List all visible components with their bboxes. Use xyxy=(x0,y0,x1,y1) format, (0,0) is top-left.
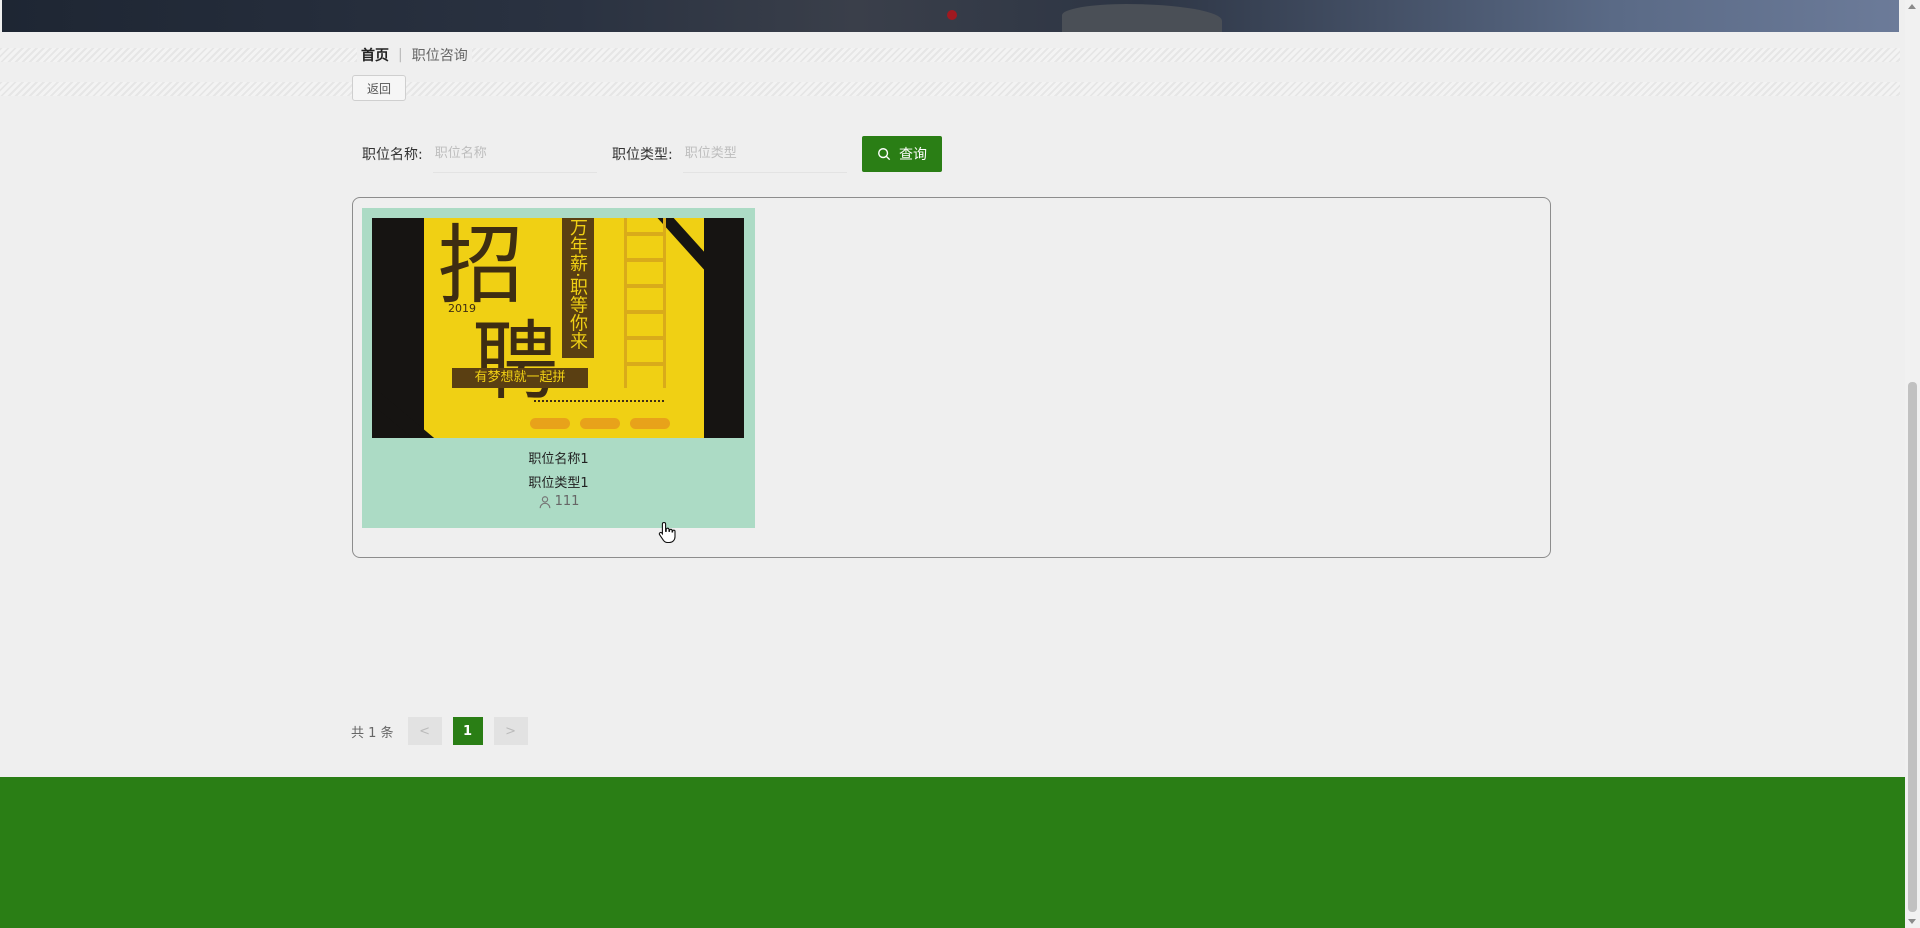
footer xyxy=(0,777,1905,928)
search-type-input[interactable] xyxy=(682,135,847,173)
hatch-divider-bottom xyxy=(0,82,1900,96)
pagination: 共 1 条 < 1 > xyxy=(351,717,539,745)
poster-chips xyxy=(530,418,670,429)
breadcrumb-home[interactable]: 首页 xyxy=(361,45,389,65)
poster-chip xyxy=(580,418,620,429)
pagination-total: 共 1 条 xyxy=(351,725,394,741)
search-name-input[interactable] xyxy=(432,135,597,173)
poster-big-text-bottom: 聘 xyxy=(472,312,558,412)
breadcrumb: 首页 | 职位咨询 xyxy=(357,44,472,66)
job-card-views-count: 111 xyxy=(554,494,580,509)
scroll-down-arrow-icon[interactable] xyxy=(1908,919,1916,924)
poster-chip xyxy=(630,418,670,429)
job-card-image[interactable]: 招 聘 2019 万年薪·职等你来 有梦想就一起拼 xyxy=(372,218,744,438)
breadcrumb-current: 职位咨询 xyxy=(411,48,468,64)
poster-vertical-text: 万年薪·职等你来 xyxy=(567,218,588,350)
back-button[interactable]: 返回 xyxy=(352,75,406,101)
search-type-label: 职位类型: xyxy=(612,147,673,163)
hand-cursor-icon xyxy=(658,521,676,543)
job-card-type: 职位类型1 xyxy=(528,476,589,491)
poster-big-text-top: 招 xyxy=(438,218,524,316)
banner-rock xyxy=(1062,4,1222,32)
job-card-views: 111 xyxy=(362,494,755,509)
search-icon xyxy=(878,148,891,161)
page-scrollbar[interactable] xyxy=(1905,0,1920,928)
search-button-label: 查询 xyxy=(899,146,927,162)
poster-ladder xyxy=(624,218,666,388)
banner-flower xyxy=(947,10,957,20)
job-card-title: 职位名称1 xyxy=(528,452,589,467)
poster-year: 2019 xyxy=(448,302,476,315)
search-type-group: 职位类型: xyxy=(612,135,847,173)
pagination-page-1[interactable]: 1 xyxy=(452,717,483,745)
user-icon xyxy=(539,495,550,508)
poster-chip xyxy=(530,418,570,429)
poster-motto: 有梦想就一起拼 xyxy=(452,368,588,388)
hatch-divider-top xyxy=(0,48,1900,62)
pagination-prev-button[interactable]: < xyxy=(407,717,442,745)
scrollbar-thumb[interactable] xyxy=(1908,382,1917,912)
poster-arrow-row xyxy=(534,400,664,406)
pagination-next-button[interactable]: > xyxy=(493,717,528,745)
scroll-up-arrow-icon[interactable] xyxy=(1908,4,1916,9)
search-button[interactable]: 查询 xyxy=(862,136,942,172)
job-card[interactable]: 招 聘 2019 万年薪·职等你来 有梦想就一起拼 职位名称1 职位类型1 11… xyxy=(362,208,755,528)
search-name-group: 职位名称: xyxy=(362,135,597,173)
breadcrumb-separator: | xyxy=(398,47,403,63)
search-name-label: 职位名称: xyxy=(362,147,423,163)
top-banner xyxy=(2,0,1899,32)
